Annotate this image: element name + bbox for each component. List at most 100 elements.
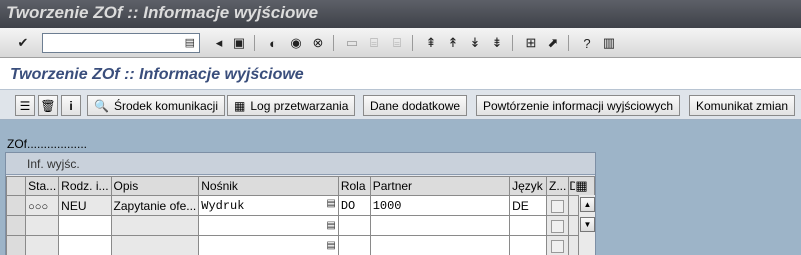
screen-header: Tworzenie ZOf :: Informacje wyjściowe [0,58,801,90]
type-cell[interactable]: NEU [58,195,112,216]
column-header-partner[interactable]: Partner [369,176,511,196]
next-page-icon[interactable]: ↡ [466,34,484,52]
panel-title: Inf. wyjśc. [27,157,80,171]
medium-cell[interactable]: ▤ [198,215,339,236]
info-icon: i [69,98,73,113]
change-message-label: Komunikat zmian [696,98,789,113]
medium-cell[interactable]: Wydruk ▤ [198,195,339,216]
table-icon: ▦ [234,98,246,113]
status-lights-icon: ○○○ [28,200,49,213]
layout-menu-icon[interactable]: ▥ [600,34,618,52]
help-icon[interactable]: ? [578,34,596,52]
change-message-button[interactable]: Komunikat zmian [689,95,796,116]
column-header-type[interactable]: Rodz. i... [58,176,112,196]
row-selector[interactable] [5,215,27,236]
print-icon[interactable]: ▭ [343,34,361,52]
previous-page-icon[interactable]: ↟ [444,34,462,52]
processing-log-button[interactable]: ▦ Log przetwarzania [227,95,356,116]
scroll-down-icon[interactable]: ▼ [580,217,595,232]
column-header-d[interactable]: D...▦ [568,176,595,196]
enter-icon[interactable]: ✔ [14,34,32,52]
info-button[interactable]: i [61,95,81,116]
column-header-status[interactable]: Sta... [25,176,60,196]
shortcut-icon[interactable]: ⬈ [544,34,562,52]
communication-method-button[interactable]: 🔍 Środek komunikacji [87,95,225,116]
column-header-description[interactable]: Opis [110,176,200,196]
window-titlebar: Tworzenie ZOf :: Informacje wyjściowe [0,0,801,28]
partner-cell[interactable] [369,215,511,236]
exit-icon[interactable]: ◉ [287,34,305,52]
status-cell [25,215,60,236]
dropdown-icon[interactable]: ▤ [185,36,195,49]
medium-cell[interactable]: ▤ [198,235,339,255]
z-cell[interactable] [545,195,570,216]
z-cell[interactable] [545,235,570,255]
role-cell[interactable]: DO [337,195,371,216]
row-selector[interactable] [5,195,27,216]
partner-cell[interactable]: 1000 [369,195,511,216]
window-title: Tworzenie ZOf :: Informacje wyjściowe [6,3,319,22]
repeat-output-button[interactable]: Powtórzenie informacji wyjściowych [476,95,681,116]
partner-cell[interactable] [369,235,511,255]
toolbar-separator [412,35,413,51]
type-cell[interactable] [58,235,112,255]
row-selector-header[interactable] [5,176,27,196]
medium-value: Wydruk [201,199,245,213]
type-cell[interactable] [58,215,112,236]
language-cell[interactable] [509,235,547,255]
communication-method-label: Środek komunikacji [113,98,218,113]
additional-data-label: Dane dodatkowe [370,98,461,113]
status-cell: ○○○ [25,195,60,216]
language-cell[interactable]: DE [509,195,547,216]
column-settings-icon[interactable]: ▦ [575,178,587,193]
toolbar-separator [333,35,334,51]
details-icon: ☰ [19,98,31,113]
column-header-medium[interactable]: Nośnik [198,176,339,196]
delete-button[interactable]: 🗑 [38,95,58,116]
row-selector[interactable] [5,235,27,255]
role-cell[interactable] [337,215,371,236]
additional-data-button[interactable]: Dane dodatkowe [363,95,468,116]
document-label: ZOf.................. [7,137,88,151]
table-row[interactable]: ▤ [5,215,595,236]
toolbar-separator [254,35,255,51]
table-header-row: Sta... Rodz. i... Opis Nośnik Rola Partn… [5,176,595,196]
column-header-z[interactable]: Z... [545,176,570,196]
toolbar-separator [568,35,569,51]
table-row[interactable]: ○○○ NEU Zapytanie ofe... Wydruk ▤ DO 1000… [5,195,595,216]
toolbar-separator [512,35,513,51]
checkbox[interactable] [551,219,565,233]
first-page-icon[interactable]: ⇞ [422,34,440,52]
table-row[interactable]: ▤ [5,235,595,255]
z-cell[interactable] [545,215,570,236]
description-cell [110,215,200,236]
column-header-role[interactable]: Rola [337,176,371,196]
role-cell[interactable] [337,235,371,255]
value-help-icon[interactable]: ▤ [326,198,335,209]
find-next-icon[interactable]: ⌸ [388,34,406,52]
save-icon[interactable]: ▣ [230,34,248,52]
create-session-icon[interactable]: ⊞ [522,34,540,52]
language-cell[interactable] [509,215,547,236]
collapse-arrow-icon[interactable]: ◂ [210,34,228,52]
scroll-up-icon[interactable]: ▲ [580,197,595,212]
value-help-icon[interactable]: ▤ [326,240,335,251]
details-button[interactable]: ☰ [15,95,35,116]
cancel-icon[interactable]: ⊗ [309,34,327,52]
checkbox[interactable] [551,199,565,213]
trash-icon: 🗑 [40,98,56,113]
back-icon[interactable]: ◐ [264,34,282,52]
command-field[interactable]: ▤ [42,33,200,53]
output-panel: Inf. wyjśc. Sta... Rodz. i... Opis Nośni… [5,152,596,255]
value-help-icon[interactable]: ▤ [326,220,335,231]
application-toolbar: ☰ 🗑 i 🔍 Środek komunikacji ▦ Log przetwa… [0,90,801,120]
search-icon: 🔍 [94,98,109,113]
status-cell [25,235,60,255]
column-header-language[interactable]: Język [509,176,547,196]
table-scrollbar[interactable]: ▲ ▼ [578,195,595,255]
find-icon[interactable]: ⌸ [365,34,383,52]
last-page-icon[interactable]: ⇟ [488,34,506,52]
description-cell: Zapytanie ofe... [110,195,200,216]
repeat-output-label: Powtórzenie informacji wyjściowych [483,98,674,113]
checkbox[interactable] [551,239,565,253]
